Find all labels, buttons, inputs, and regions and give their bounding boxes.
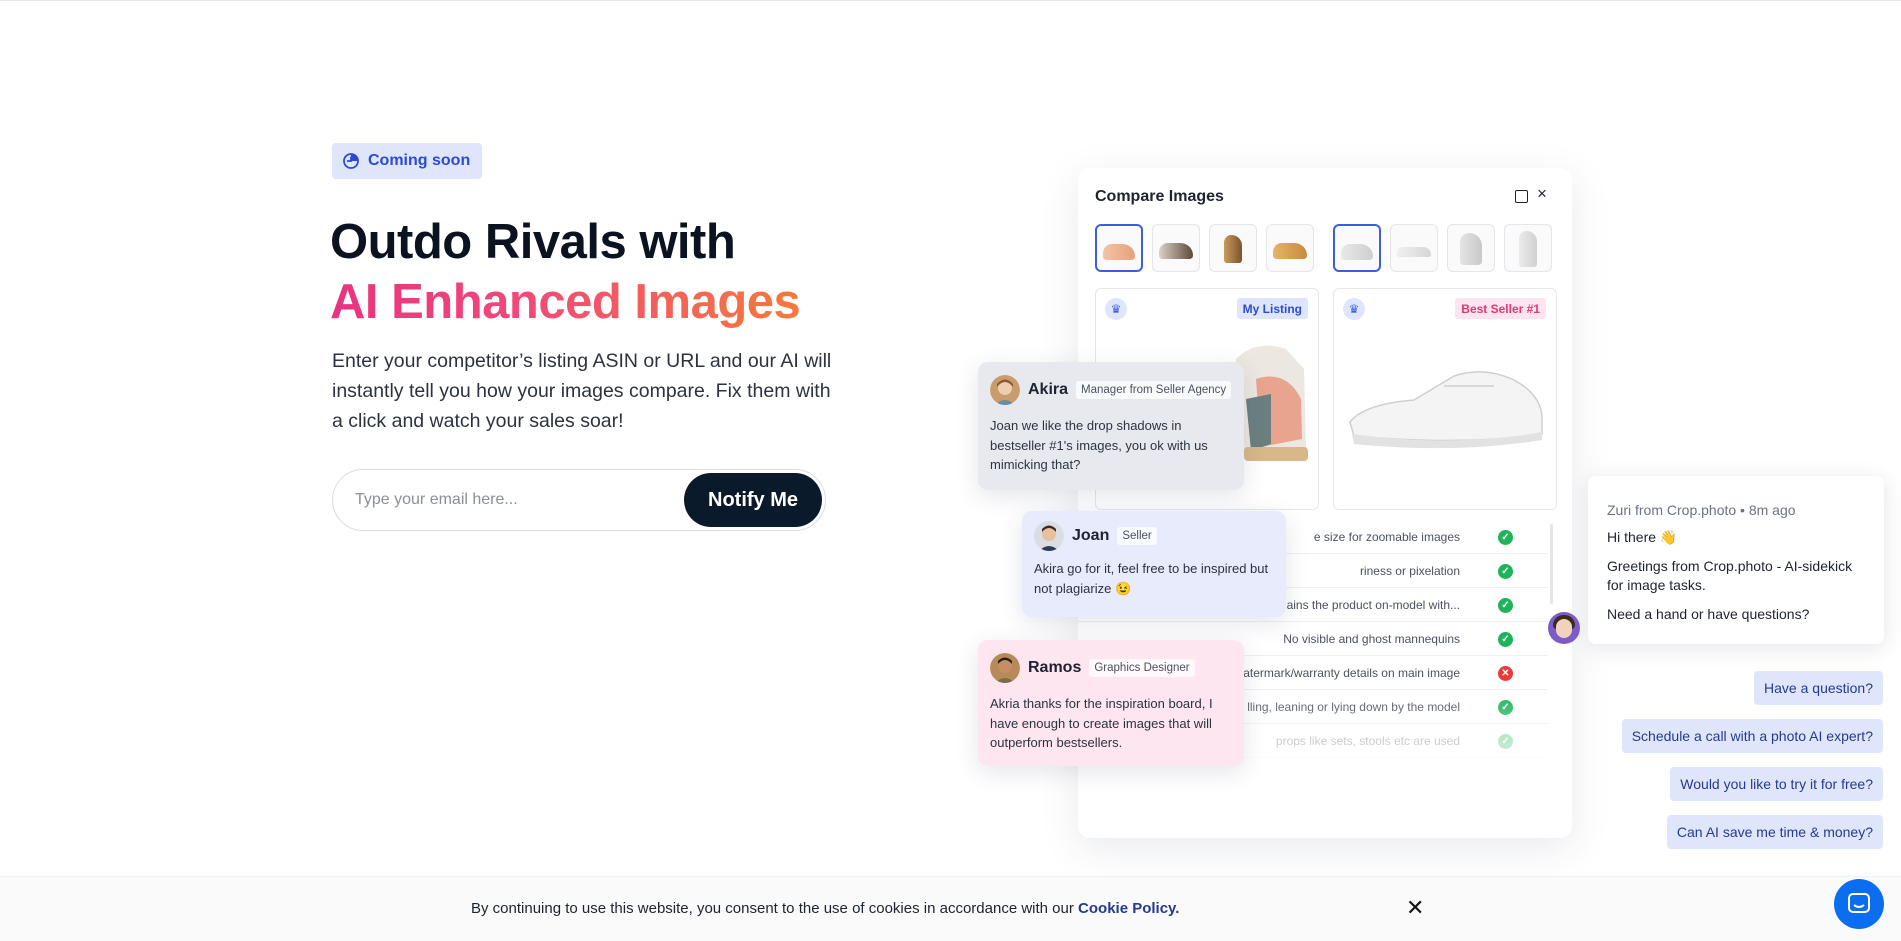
chat-launcher-button[interactable] <box>1834 879 1884 929</box>
cookie-banner: By continuing to use this website, you c… <box>0 876 1901 941</box>
chat-bubble-joan: Joan Seller Akira go for it, feel free t… <box>1022 511 1286 617</box>
my-listing-thumbnails <box>1095 224 1314 272</box>
check-text: riness or pixelation <box>1359 564 1460 578</box>
sender-name: Akira <box>1028 381 1069 398</box>
avatar <box>990 375 1020 405</box>
check-pass-icon: ✓ <box>1498 564 1513 579</box>
product-image <box>1349 371 1543 449</box>
hero-description: Enter your competitor’s listing ASIN or … <box>332 350 832 432</box>
email-input[interactable] <box>355 491 684 509</box>
check-text: ains the product on-model with... <box>1286 598 1460 612</box>
sender-role: Manager from Seller Agency <box>1076 381 1232 399</box>
chat-bubble-akira: Akira Manager from Seller Agency Joan we… <box>978 362 1244 490</box>
cookie-text: By continuing to use this website, you c… <box>471 900 1074 917</box>
thumbnail[interactable] <box>1504 224 1552 272</box>
checklist-scrollbar[interactable] <box>1550 524 1553 604</box>
maximize-icon[interactable] <box>1515 190 1528 203</box>
zuri-greeting: Hi there 👋 <box>1607 529 1678 545</box>
sender-name: Joan <box>1072 527 1110 544</box>
quick-reply-button[interactable]: Have a question? <box>1754 671 1883 705</box>
hero-title-line2: AI Enhanced Images <box>330 272 801 332</box>
quick-reply-button[interactable]: Can AI save me time & money? <box>1666 815 1883 849</box>
thumbnail[interactable] <box>1209 224 1257 272</box>
message-text: Joan we like the drop shadows in bestsel… <box>990 418 1208 472</box>
check-text: props like sets, stools etc are used <box>1275 734 1460 748</box>
quick-reply-button[interactable]: Would you like to try it for free? <box>1670 767 1883 801</box>
crown-icon: ♛ <box>1343 298 1365 320</box>
top-divider <box>0 0 1901 1</box>
zuri-meta: Zuri from Crop.photo • 8m ago <box>1607 502 1796 518</box>
sender-role: Graphics Designer <box>1089 659 1195 677</box>
my-listing-tag: My Listing <box>1236 298 1308 319</box>
thumbnail[interactable] <box>1152 224 1200 272</box>
quick-reply-button[interactable]: Schedule a call with a photo AI expert? <box>1621 719 1883 753</box>
chat-icon <box>1848 893 1870 913</box>
best-seller-thumbnails <box>1333 224 1552 272</box>
hero-title-line1: Outdo Rivals with <box>330 215 736 269</box>
message-text: Akira go for it, feel free to be inspire… <box>1034 561 1269 596</box>
crown-icon: ♛ <box>1105 298 1127 320</box>
check-pass-icon: ✓ <box>1498 530 1513 545</box>
check-fail-icon: ✕ <box>1498 666 1513 681</box>
avatar <box>990 653 1020 683</box>
badge-label: Coming soon <box>368 152 471 169</box>
best-seller-panel: ♛ Best Seller #1 <box>1333 288 1557 510</box>
thumbnail[interactable] <box>1266 224 1314 272</box>
zuri-question: Need a hand or have questions? <box>1607 606 1810 622</box>
cookie-policy-link[interactable]: Cookie Policy. <box>1078 900 1179 917</box>
message-text: Akria thanks for the inspiration board, … <box>990 696 1213 750</box>
check-pass-icon: ✓ <box>1498 700 1513 715</box>
chat-bubble-ramos: Ramos Graphics Designer Akria thanks for… <box>978 640 1244 766</box>
close-icon[interactable]: × <box>1537 184 1547 204</box>
clock-icon <box>343 153 359 169</box>
compare-title: Compare Images <box>1095 188 1224 205</box>
zuri-intro: Greetings from Crop.photo - AI-sidekick … <box>1607 558 1853 593</box>
best-seller-tag: Best Seller #1 <box>1455 298 1546 319</box>
sender-role: Seller <box>1117 527 1157 545</box>
check-text: e size for zoomable images <box>1313 530 1460 544</box>
zuri-message-card[interactable]: Zuri from Crop.photo • 8m ago Hi there 👋… <box>1588 476 1884 644</box>
notify-form: Notify Me <box>332 469 826 531</box>
check-pass-icon: ✓ <box>1498 598 1513 613</box>
zuri-avatar <box>1548 612 1580 644</box>
coming-soon-badge: Coming soon <box>332 143 483 179</box>
thumbnail[interactable] <box>1390 224 1438 272</box>
cookie-message: By continuing to use this website, you c… <box>471 900 1179 917</box>
thumbnail[interactable] <box>1095 224 1143 272</box>
notify-me-button[interactable]: Notify Me <box>684 473 822 527</box>
check-text: lling, leaning or lying down by the mode… <box>1247 700 1460 714</box>
check-text: /watermark/warranty details on main imag… <box>1231 666 1460 680</box>
check-text: No visible and ghost mannequins <box>1283 632 1460 646</box>
check-pass-icon: ✓ <box>1498 632 1513 647</box>
avatar <box>1034 521 1064 551</box>
close-icon[interactable]: ✕ <box>1406 897 1424 919</box>
hero-title: Outdo Rivals with AI Enhanced Images <box>330 212 801 332</box>
thumbnail[interactable] <box>1333 224 1381 272</box>
sender-name: Ramos <box>1028 659 1082 676</box>
thumbnail[interactable] <box>1447 224 1495 272</box>
check-pass-icon: ✓ <box>1498 734 1513 749</box>
